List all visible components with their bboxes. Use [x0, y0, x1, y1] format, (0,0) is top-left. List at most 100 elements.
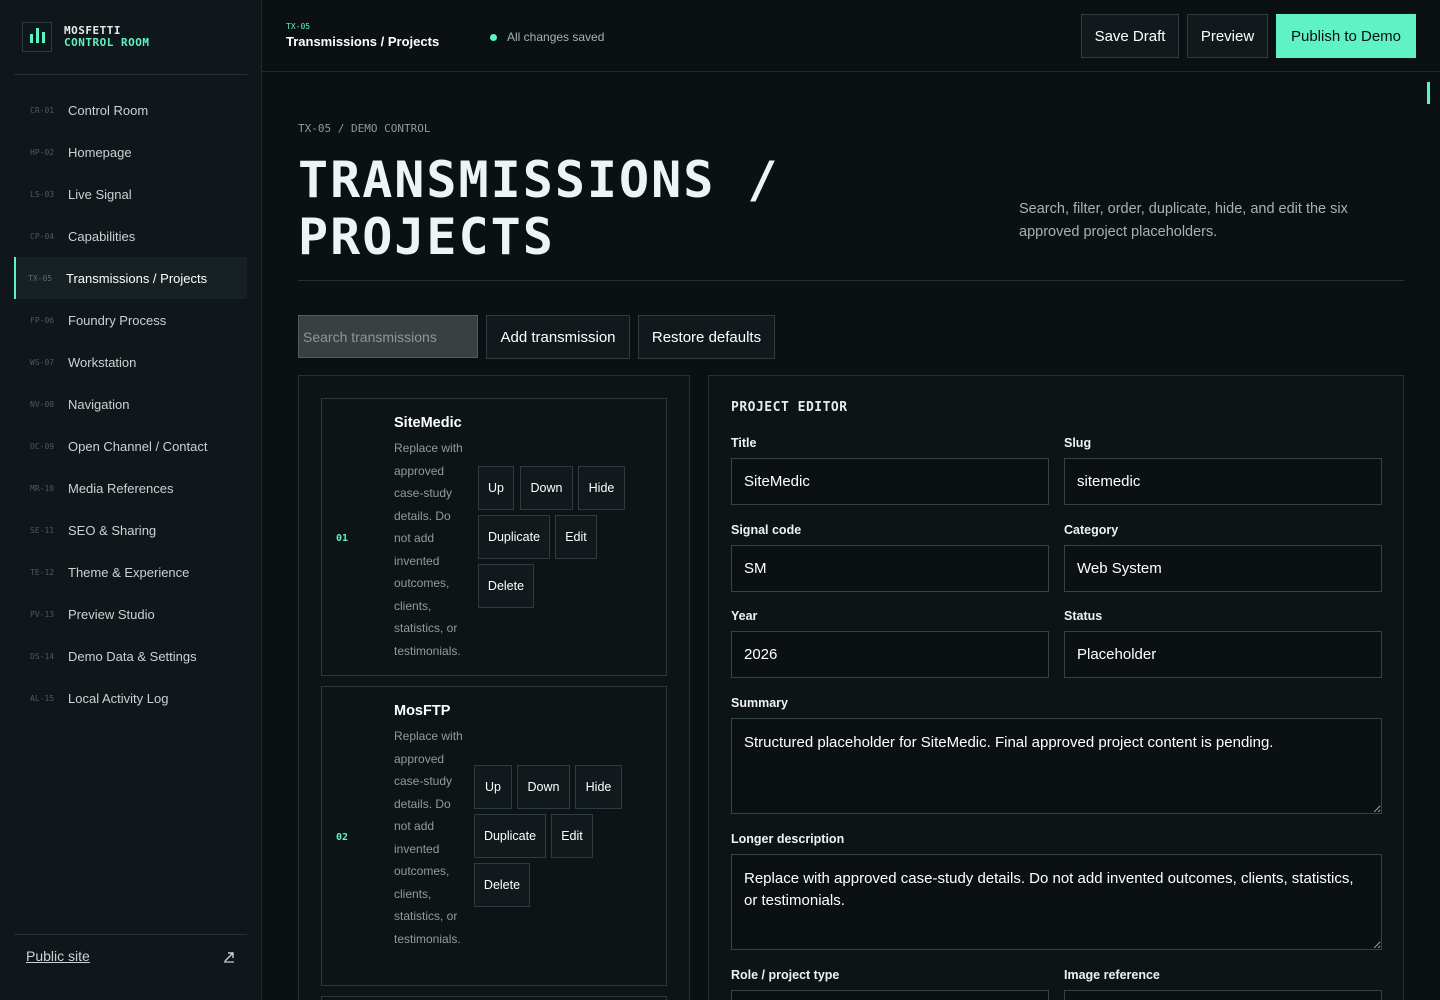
card-title: SiteMedic	[394, 415, 462, 431]
duplicate-button[interactable]: Duplicate	[474, 814, 546, 858]
sidebar-item-media-references[interactable]: MR-10 Media References	[14, 467, 247, 509]
sidebar-item-seo-sharing[interactable]: SE-11 SEO & Sharing	[14, 509, 247, 551]
sidebar-item-label: Preview Studio	[68, 606, 155, 622]
sidebar-item-code: WS-07	[30, 357, 55, 367]
summary-textarea[interactable]: Structured placeholder for SiteMedic. Fi…	[731, 718, 1382, 814]
sidebar-item-label: Live Signal	[68, 186, 132, 202]
sidebar-divider	[14, 74, 247, 75]
sidebar-nav: CR-01 Control Room HP-02 Homepage LS-03 Live …	[14, 89, 247, 719]
sidebar-item-navigation[interactable]: NV-08 Navigation	[14, 383, 247, 425]
sidebar: MOSFETTI CONTROL ROOM CR-01 Control Room H…	[0, 0, 262, 1000]
sidebar-item-label: Homepage	[68, 144, 132, 160]
editor-heading: PROJECT EDITOR	[731, 400, 848, 415]
sidebar-item-label: Workstation	[68, 354, 137, 370]
transmission-card: 02 MosFTP Replace with approved case-stu…	[321, 686, 667, 986]
longer-description-textarea[interactable]: Replace with approved case-study details…	[731, 854, 1382, 950]
sidebar-item-open-channel-contact[interactable]: OC-09 Open Channel / Contact	[14, 425, 247, 467]
scrollbar-thumb[interactable]	[1427, 82, 1430, 104]
sidebar-item-local-activity-log[interactable]: AL-15 Local Activity Log	[14, 677, 247, 719]
bar-chart-icon	[22, 22, 52, 52]
transmission-list: 01 SiteMedic Replace with approved case-…	[298, 375, 690, 1000]
sidebar-item-theme-experience[interactable]: TE-12 Theme & Experience	[14, 551, 247, 593]
delete-button[interactable]: Delete	[474, 863, 530, 907]
move-down-button[interactable]: Down	[520, 466, 573, 510]
card-description: Replace with approved case-study details…	[394, 729, 463, 946]
role-input[interactable]	[731, 990, 1049, 1000]
slug-input[interactable]	[1064, 458, 1382, 505]
top-bar: TX-05 Transmissions / Projects All chang…	[262, 0, 1440, 72]
sidebar-item-live-signal[interactable]: LS-03 Live Signal	[14, 173, 247, 215]
status-label: Status	[1064, 609, 1103, 623]
save-status: All changes saved	[490, 30, 604, 44]
sidebar-item-code: TE-12	[30, 567, 55, 577]
sidebar-item-code: AL-15	[30, 693, 55, 703]
sidebar-item-code: MR-10	[30, 483, 55, 493]
brand-subtitle: CONTROL ROOM	[64, 36, 150, 49]
sidebar-item-homepage[interactable]: HP-02 Homepage	[14, 131, 247, 173]
sidebar-item-preview-studio[interactable]: PV-13 Preview Studio	[14, 593, 247, 635]
sidebar-item-code: OC-09	[30, 441, 55, 451]
title-input[interactable]	[731, 458, 1049, 505]
sidebar-footer-divider	[14, 934, 247, 935]
card-title: MosFTP	[394, 703, 451, 719]
sidebar-item-code: LS-03	[30, 189, 55, 199]
page-eyebrow: TX-05 / DEMO CONTROL	[298, 122, 431, 135]
main-content: TX-05 / DEMO CONTROL TRANSMISSIONS / PRO…	[262, 72, 1440, 1000]
add-transmission-button[interactable]: Add transmission	[486, 315, 630, 359]
sidebar-item-demo-data-settings[interactable]: DS-14 Demo Data & Settings	[14, 635, 247, 677]
move-up-button[interactable]: Up	[478, 466, 514, 510]
save-status-text: All changes saved	[507, 30, 605, 44]
page-description: Search, filter, order, duplicate, hide, …	[1019, 201, 1348, 240]
image-reference-input[interactable]	[1064, 990, 1382, 1000]
year-input[interactable]	[731, 631, 1049, 678]
header-divider	[298, 280, 1404, 281]
sidebar-item-workstation[interactable]: WS-07 Workstation	[14, 341, 247, 383]
sidebar-item-label: Open Channel / Contact	[68, 438, 208, 454]
save-draft-button[interactable]: Save Draft	[1081, 14, 1179, 58]
search-input[interactable]	[298, 315, 478, 358]
category-label: Category	[1064, 523, 1119, 537]
section-code: TX-05	[286, 22, 311, 31]
slug-label: Slug	[1064, 436, 1092, 450]
sidebar-item-code: PV-13	[30, 609, 55, 619]
public-site-link[interactable]: Public site	[26, 948, 90, 964]
sidebar-item-control-room[interactable]: CR-01 Control Room	[14, 89, 247, 131]
preview-button[interactable]: Preview	[1187, 14, 1268, 58]
sidebar-item-label: Transmissions / Projects	[66, 270, 208, 286]
status-dot-icon	[490, 33, 497, 41]
category-input[interactable]	[1064, 545, 1382, 592]
edit-button[interactable]: Edit	[555, 515, 597, 559]
restore-defaults-button[interactable]: Restore defaults	[638, 315, 775, 359]
sidebar-item-foundry-process[interactable]: FP-06 Foundry Process	[14, 299, 247, 341]
page-title: TRANSMISSIONS / PROJECTS	[298, 151, 780, 266]
sidebar-item-capabilities[interactable]: CP-04 Capabilities	[14, 215, 247, 257]
role-label: Role / project type	[731, 968, 840, 982]
brand[interactable]: MOSFETTI CONTROL ROOM	[22, 22, 149, 52]
publish-button[interactable]: Publish to Demo	[1276, 14, 1416, 58]
edit-button[interactable]: Edit	[551, 814, 593, 858]
card-number: 01	[336, 533, 349, 544]
transmission-card: 01 SiteMedic Replace with approved case-…	[321, 398, 667, 676]
hide-button[interactable]: Hide	[575, 765, 622, 809]
sidebar-item-code: CR-01	[30, 105, 55, 115]
external-link-icon[interactable]	[222, 950, 236, 964]
sidebar-item-label: Theme & Experience	[68, 564, 190, 580]
sidebar-item-transmissions-projects[interactable]: TX-05 Transmissions / Projects	[14, 257, 247, 299]
move-up-button[interactable]: Up	[474, 765, 512, 809]
sidebar-item-code: TX-05	[28, 273, 53, 283]
image-reference-label: Image reference	[1064, 968, 1160, 982]
signal-code-input[interactable]	[731, 545, 1049, 592]
status-input[interactable]	[1064, 631, 1382, 678]
move-down-button[interactable]: Down	[517, 765, 570, 809]
summary-label: Summary	[731, 696, 788, 710]
sidebar-item-label: Control Room	[68, 102, 149, 118]
delete-button[interactable]: Delete	[478, 564, 534, 608]
title-label: Title	[731, 436, 757, 450]
sidebar-item-code: CP-04	[30, 231, 55, 241]
duplicate-button[interactable]: Duplicate	[478, 515, 550, 559]
sidebar-item-label: Media References	[68, 480, 174, 496]
signal-code-label: Signal code	[731, 523, 802, 537]
sidebar-item-label: Navigation	[68, 396, 130, 412]
project-editor: PROJECT EDITOR Title Slug Signal code Ca…	[708, 375, 1404, 1000]
hide-button[interactable]: Hide	[578, 466, 625, 510]
